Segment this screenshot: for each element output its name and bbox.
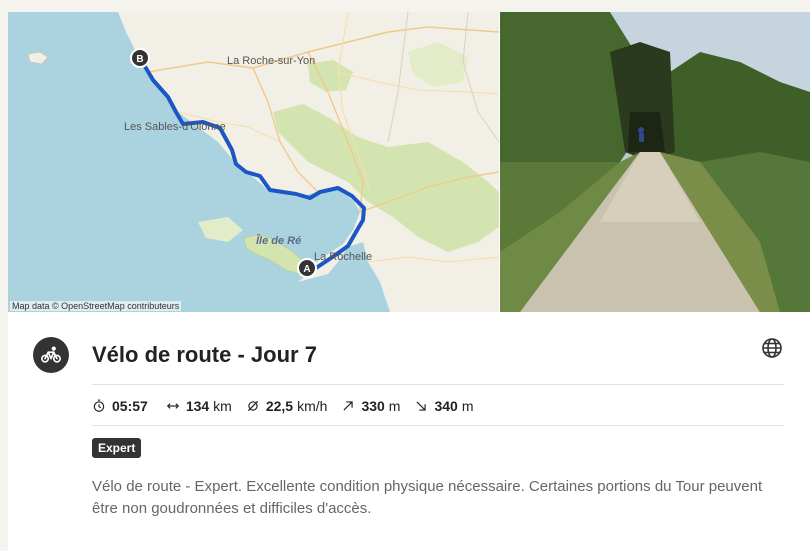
tour-title: Vélo de route - Jour 7	[92, 342, 317, 367]
tour-photo[interactable]	[500, 12, 810, 312]
stat-speed: 22,5 km/h	[246, 398, 328, 414]
stat-distance-value: 134	[185, 398, 210, 414]
map-label-la-rochelle: La Rochelle	[314, 251, 372, 263]
divider	[92, 384, 784, 385]
stat-elevation-up-unit: m	[388, 398, 401, 414]
distance-icon	[166, 403, 179, 409]
tour-card: La Roche-sur-Yon Les Sables-d'Olonne La …	[8, 12, 810, 551]
stat-elevation-down: 340 m	[414, 398, 474, 414]
globe-icon[interactable]	[760, 336, 784, 360]
route-map[interactable]: La Roche-sur-Yon Les Sables-d'Olonne La …	[8, 12, 499, 312]
stat-speed-unit: km/h	[297, 398, 328, 414]
arrow-up-right-icon	[343, 401, 354, 411]
start-marker[interactable]: A	[297, 258, 317, 278]
average-speed-icon	[247, 400, 258, 412]
road-bike-icon	[33, 337, 69, 373]
stat-elevation-up-value: 330	[361, 398, 385, 414]
stat-elevation-down-unit: m	[461, 398, 474, 414]
end-marker-label: B	[136, 54, 143, 65]
map-canvas: La Roche-sur-Yon Les Sables-d'Olonne La …	[8, 12, 499, 312]
tour-media: La Roche-sur-Yon Les Sables-d'Olonne La …	[8, 12, 810, 312]
arrow-down-right-icon	[416, 401, 427, 411]
stats-row: 05:57 134 km 22,5 km/h 330 m 340 m	[92, 398, 488, 414]
end-marker[interactable]: B	[130, 48, 150, 68]
tour-description: Vélo de route - Expert. Excellente condi…	[92, 478, 763, 517]
divider	[92, 425, 784, 426]
tour-details: Vélo de route - Jour 7 05:57 134 km 22,5…	[8, 312, 810, 551]
stat-distance-unit: km	[213, 398, 232, 414]
map-label-la-roche-sur-yon: La Roche-sur-Yon	[227, 55, 315, 67]
map-attribution[interactable]: Map data © OpenStreetMap contributeurs	[10, 301, 182, 311]
photo-canvas	[500, 12, 810, 312]
stopwatch-icon	[93, 399, 105, 412]
start-marker-label: A	[303, 264, 310, 275]
map-label-les-sables: Les Sables-d'Olonne	[124, 121, 226, 133]
map-label-ile-de-re: Île de Ré	[256, 234, 301, 247]
stat-duration-value: 05:57	[112, 398, 148, 414]
stat-distance: 134 km	[166, 398, 232, 414]
stat-elevation-up: 330 m	[341, 398, 400, 414]
stat-elevation-down-value: 340	[434, 398, 458, 414]
stat-duration: 05:57	[92, 398, 152, 414]
difficulty-badge: Expert	[92, 438, 142, 458]
stat-speed-value: 22,5	[265, 398, 294, 414]
